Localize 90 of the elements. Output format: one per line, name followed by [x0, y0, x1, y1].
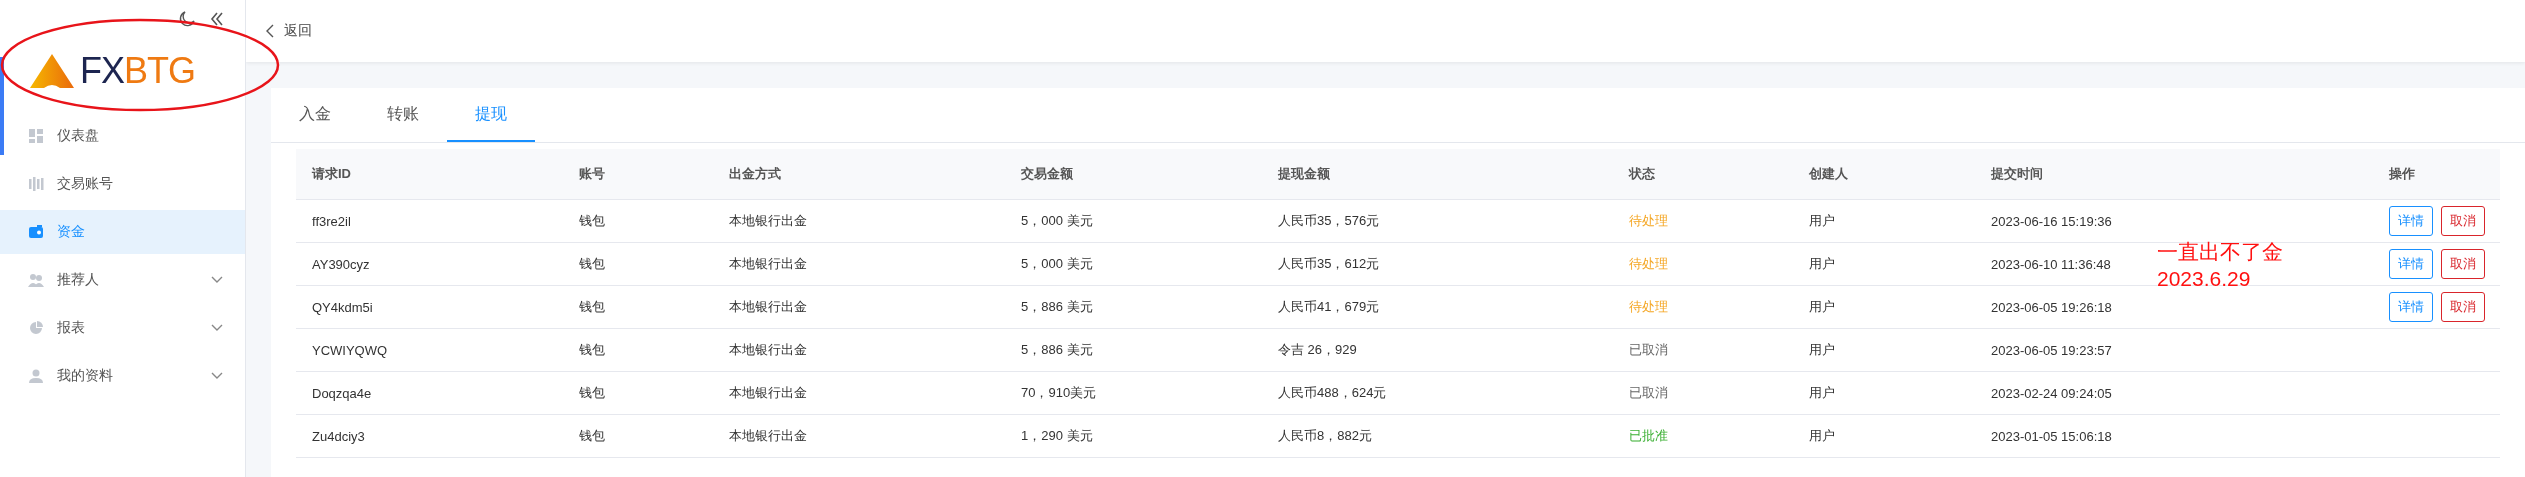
- column-header: 提交时间: [1990, 165, 2044, 183]
- collapse-icon[interactable]: [209, 11, 225, 27]
- table-cell-text: 人民币35，612元: [1277, 255, 1381, 273]
- table-cell-text: 用户: [1808, 341, 1836, 359]
- moon-icon[interactable]: [179, 11, 195, 27]
- column-header: 提现金额: [1277, 165, 1331, 183]
- tab[interactable]: 入金: [271, 88, 359, 142]
- table-cell-text: 5，886 美元: [1020, 341, 1094, 359]
- status-label: 已批准: [1628, 427, 1669, 445]
- table-cell-text: 本地银行出金: [728, 298, 808, 316]
- table-cell-text: 本地银行出金: [728, 212, 808, 230]
- table-cell-text: 人民币41，679元: [1277, 298, 1381, 316]
- sidebar-item-label: 推荐人: [57, 271, 100, 289]
- chevron-icon[interactable]: [211, 324, 223, 332]
- status-label: 待处理: [1628, 212, 1669, 230]
- status-label: 待处理: [1628, 255, 1669, 273]
- triangle-logo-icon: [30, 53, 74, 88]
- table-cell-text: 70，910美元: [1020, 384, 1098, 402]
- sidebar-item[interactable]: 报表: [0, 306, 245, 350]
- table-cell-text: 人民币8，882元: [1277, 427, 1373, 445]
- table-cell-text: 2023-02-24 09:24:05: [1990, 385, 2113, 401]
- sidebar-item[interactable]: 推荐人: [0, 258, 245, 302]
- column-header: 请求ID: [310, 165, 352, 183]
- table-cell-text: 钱包: [578, 384, 606, 402]
- table-cell-text: 1，290 美元: [1020, 427, 1094, 445]
- table-cell-text: 本地银行出金: [728, 384, 808, 402]
- table-cell-text: AY390cyz: [311, 256, 371, 272]
- grid-icon: [28, 128, 44, 144]
- sidebar-item[interactable]: 我的资料: [0, 354, 245, 398]
- table-cell-text: 5，886 美元: [1020, 298, 1094, 316]
- table-cell-text: 用户: [1808, 212, 1836, 230]
- table-cell-text: 钱包: [578, 341, 606, 359]
- annotation-text: 一直出不了金: [2157, 239, 2283, 265]
- bars-icon: [28, 176, 44, 192]
- table-cell-text: 2023-01-05 15:06:18: [1990, 428, 2113, 444]
- sidebar-item-label: 我的资料: [57, 367, 114, 385]
- users-icon: [28, 272, 44, 288]
- table-cell-text: 本地银行出金: [728, 427, 808, 445]
- column-header: 创建人: [1808, 165, 1849, 183]
- sidebar-item-label: 仪表盘: [57, 127, 100, 145]
- sidebar-item[interactable]: 交易账号: [0, 162, 245, 206]
- status-label: 已取消: [1628, 384, 1669, 402]
- column-header: 操作: [2388, 165, 2416, 183]
- table-cell-text: 2023-06-16 15:19:36: [1990, 213, 2113, 229]
- annotation-text: 2023.6.29: [2157, 266, 2252, 292]
- table-cell-text: 用户: [1808, 384, 1836, 402]
- sidebar-item-label: 资金: [57, 223, 86, 241]
- wallet-icon: [28, 224, 44, 240]
- table-cell-text: 人民币35，576元: [1277, 212, 1381, 230]
- table-cell-text: 钱包: [578, 427, 606, 445]
- status-label: 已取消: [1628, 341, 1669, 359]
- table-cell-text: 本地银行出金: [728, 255, 808, 273]
- status-label: 待处理: [1628, 298, 1669, 316]
- column-header: 账号: [578, 165, 606, 183]
- logo-wordmark: FXBTG: [80, 53, 196, 88]
- table-cell-text: 2023-06-10 11:36:48: [1990, 256, 2112, 272]
- sidebar-item-label: 报表: [57, 319, 86, 337]
- cancel-button[interactable]: 取消: [2441, 249, 2485, 279]
- table-cell-text: Zu4dciy3: [311, 428, 366, 444]
- chevron-icon[interactable]: [211, 372, 223, 380]
- table-cell-text: 5，000 美元: [1020, 212, 1094, 230]
- back-link[interactable]: 返回: [266, 22, 312, 40]
- cancel-button[interactable]: 取消: [2441, 206, 2485, 236]
- table-cell-text: 用户: [1808, 298, 1836, 316]
- table-cell-text: 钱包: [578, 255, 606, 273]
- table-cell-text: 人民币488，624元: [1277, 384, 1388, 402]
- table-cell-text: 用户: [1808, 255, 1836, 273]
- cancel-button[interactable]: 取消: [2441, 292, 2485, 322]
- table-cell-text: YCWIYQWQ: [311, 342, 389, 358]
- table-cell-text: 用户: [1808, 427, 1836, 445]
- column-header: 状态: [1627, 165, 1656, 183]
- user-icon: [28, 368, 44, 384]
- column-header: 出金方式: [728, 165, 782, 183]
- table-cell-text: 2023-06-05 19:23:57: [1990, 342, 2113, 358]
- chevron-icon[interactable]: [211, 276, 223, 284]
- table-cell-text: 5，000 美元: [1020, 255, 1094, 273]
- table-cell-text: 钱包: [578, 212, 606, 230]
- table-cell-text: 本地银行出金: [728, 341, 808, 359]
- sidebar-item-label: 交易账号: [57, 175, 114, 193]
- table-cell-text: 钱包: [578, 298, 606, 316]
- table-cell-text: 2023-06-05 19:26:18: [1990, 299, 2113, 315]
- column-header: 交易金额: [1020, 165, 1074, 183]
- tab[interactable]: 转账: [359, 88, 447, 142]
- sidebar-item[interactable]: 仪表盘: [0, 114, 245, 158]
- table-cell-text: QY4kdm5i: [311, 299, 374, 315]
- chevron-left-icon: [266, 24, 274, 38]
- table-cell-text: ff3re2il: [311, 213, 352, 229]
- pie-chart-icon: [28, 320, 44, 336]
- table-cell-text: 令吉 26，929: [1277, 341, 1358, 359]
- table-cell-text: Doqzqa4e: [311, 385, 373, 401]
